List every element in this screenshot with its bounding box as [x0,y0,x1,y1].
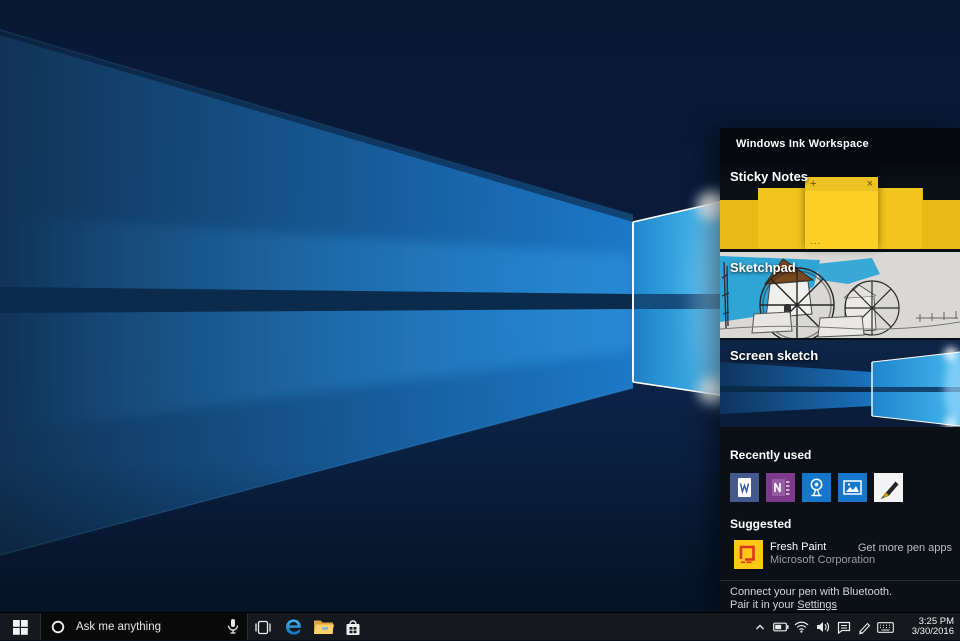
store-button[interactable] [338,613,368,641]
search-input[interactable] [74,620,208,634]
fountain-pen-icon [874,473,903,502]
panel-title: Windows Ink Workspace [736,138,869,150]
windows-ink-workspace-button[interactable] [854,613,875,641]
photos-app-tile[interactable] [838,473,867,502]
edge-icon [283,617,304,638]
windows-logo-icon [13,620,28,635]
recently-used-apps [730,473,903,502]
close-note-icon[interactable]: × [867,179,873,190]
fresh-paint-publisher: Microsoft Corporation [770,554,875,566]
word-icon [730,473,759,502]
clock[interactable]: 3:25 PM 3/30/2016 [896,617,960,638]
sticky-note[interactable] [720,200,759,249]
sticky-note-toolbar: + × [805,177,878,191]
wifi-tray-button[interactable] [791,613,812,641]
camera-app-tile[interactable] [802,473,831,502]
file-explorer-button[interactable] [308,613,338,641]
pen-bluetooth-text: Connect your pen with Bluetooth. [730,586,892,598]
action-center-button[interactable] [833,613,854,641]
suggested-label: Suggested [730,517,791,531]
wifi-icon [794,621,809,633]
onenote-icon [766,473,795,502]
fresh-paint-name[interactable]: Fresh Paint [770,541,826,553]
recently-used-label: Recently used [730,448,811,462]
cortana-icon [51,620,65,634]
sticky-note-active[interactable]: + × ... [805,177,878,249]
clock-date: 3/30/2016 [896,627,954,638]
note-options-icon[interactable]: ... [810,236,821,247]
word-app-tile[interactable] [730,473,759,502]
sticky-notes-preview[interactable]: + × ... [720,177,960,249]
fresh-paint-icon [734,540,763,569]
speaker-icon [816,621,830,633]
camera-icon [802,473,831,502]
edge-browser-button[interactable] [278,613,308,641]
get-more-pen-apps-link[interactable]: Get more pen apps [858,542,952,554]
sticky-note[interactable] [758,188,806,249]
windows-ink-workspace-panel: Windows Ink Workspace Sticky Notes + × .… [720,128,960,612]
chevron-up-icon [754,621,766,633]
cortana-search-box[interactable] [40,613,248,640]
battery-tray-button[interactable] [770,613,791,641]
microphone-icon[interactable] [227,618,239,640]
keyboard-icon [877,622,894,633]
sticky-note[interactable] [878,188,923,249]
pen-icon [857,620,872,635]
system-tray: 3:25 PM 3/30/2016 [749,613,960,641]
settings-link[interactable]: Settings [797,599,837,611]
task-view-button[interactable] [248,613,278,641]
task-view-icon [254,620,272,635]
pen-pair-text: Pair it in your Settings [730,599,837,611]
screen-sketch-label: Screen sketch [730,348,818,363]
sticky-notes-label: Sticky Notes [730,169,808,184]
photos-icon [838,473,867,502]
store-bag-icon [344,618,362,637]
volume-tray-button[interactable] [812,613,833,641]
pen-sketch-app-tile[interactable] [874,473,903,502]
folder-icon [313,618,334,636]
add-note-icon[interactable]: + [810,179,816,190]
sketchpad-label: Sketchpad [730,260,796,275]
pen-pair-prefix: Pair it in your [730,599,797,611]
panel-divider [720,580,960,581]
show-hidden-icons-button[interactable] [749,613,770,641]
fresh-paint-tile[interactable] [734,540,763,569]
battery-icon [773,622,789,632]
taskbar: 3:25 PM 3/30/2016 [0,612,960,640]
sticky-note[interactable] [922,200,960,249]
touch-keyboard-button[interactable] [875,613,896,641]
start-button[interactable] [0,613,40,641]
onenote-app-tile[interactable] [766,473,795,502]
action-center-icon [837,621,851,634]
